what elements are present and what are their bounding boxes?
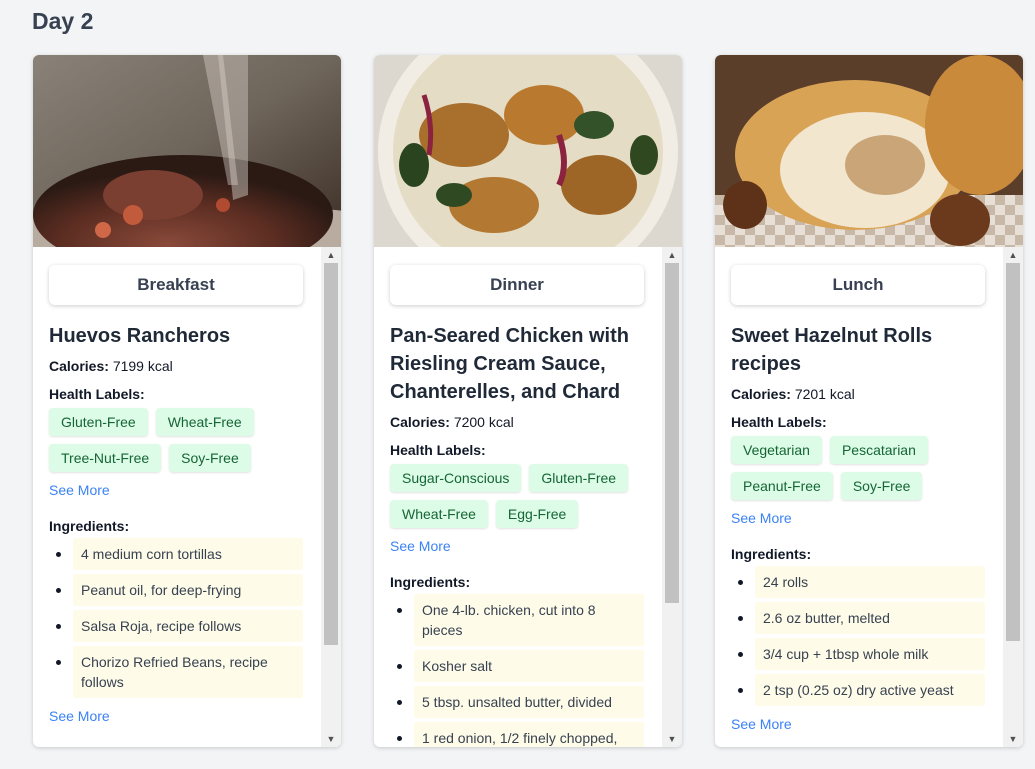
health-labels-heading: Health Labels:	[731, 414, 827, 430]
recipe-title: Sweet Hazelnut Rolls recipes	[731, 325, 933, 375]
see-more-ingredients-link[interactable]: See More	[731, 716, 985, 732]
health-label-chip: Pescatarian	[829, 436, 928, 464]
health-label-chip: Tree-Nut-Free	[49, 444, 162, 472]
meal-type-chip: Dinner	[390, 265, 644, 305]
health-labels-heading: Health Labels:	[390, 442, 486, 458]
ingredients-list: 4 medium corn tortillas Peanut oil, for …	[49, 538, 303, 698]
health-label-chip: Peanut-Free	[731, 472, 833, 500]
card-scroll-area[interactable]: Breakfast Huevos Rancheros Calories: 719…	[33, 247, 341, 747]
ingredients-list: One 4-lb. chicken, cut into 8 pieces Kos…	[390, 594, 644, 747]
scroll-up-arrow-icon[interactable]: ▲	[662, 247, 682, 263]
health-label-chip: Wheat-Free	[390, 500, 488, 528]
card-scroll-area[interactable]: Dinner Pan-Seared Chicken with Riesling …	[374, 247, 682, 747]
card-scroll-area[interactable]: Lunch Sweet Hazelnut Rolls recipes Calor…	[715, 247, 1023, 747]
see-more-labels-link[interactable]: See More	[390, 538, 644, 554]
ingredient-item: Chorizo Refried Beans, recipe follows	[56, 646, 303, 698]
ingredients-heading: Ingredients:	[390, 574, 471, 590]
meal-type-chip: Lunch	[731, 265, 985, 305]
ingredient-item: 1 red onion, 1/2 finely chopped,	[397, 722, 644, 747]
scroll-down-arrow-icon[interactable]: ▼	[662, 731, 682, 747]
ingredient-item: 2 tsp (0.25 oz) dry active yeast	[738, 674, 985, 706]
recipe-card-dinner: Dinner Pan-Seared Chicken with Riesling …	[374, 55, 682, 747]
health-labels-list: Vegetarian Pescatarian Peanut-Free Soy-F…	[731, 436, 985, 500]
health-label-chip: Soy-Free	[840, 472, 923, 500]
see-more-labels-link[interactable]: See More	[49, 482, 303, 498]
scroll-up-arrow-icon[interactable]: ▲	[1003, 247, 1023, 263]
vertical-scrollbar[interactable]: ▲ ▼	[662, 247, 682, 747]
meal-type-chip: Breakfast	[49, 265, 303, 305]
health-label-chip: Soy-Free	[169, 444, 251, 472]
scroll-down-arrow-icon[interactable]: ▼	[321, 731, 341, 747]
ingredient-item: 5 tbsp. unsalted butter, divided	[397, 686, 644, 718]
huevos-rancheros-image	[33, 55, 341, 247]
ingredient-item: Peanut oil, for deep-frying	[56, 574, 303, 606]
health-labels-list: Gluten-Free Wheat-Free Tree-Nut-Free Soy…	[49, 408, 303, 472]
health-labels-list: Sugar-Conscious Gluten-Free Wheat-Free E…	[390, 464, 644, 528]
pan-seared-chicken-image	[374, 55, 682, 247]
see-more-ingredients-link[interactable]: See More	[49, 708, 303, 724]
health-label-chip: Vegetarian	[731, 436, 822, 464]
scroll-down-arrow-icon[interactable]: ▼	[1003, 731, 1023, 747]
vertical-scrollbar[interactable]: ▲ ▼	[321, 247, 341, 747]
calories-label: Calories:	[731, 386, 791, 402]
vertical-scrollbar[interactable]: ▲ ▼	[1003, 247, 1023, 747]
day-title: Day 2	[32, 8, 94, 34]
calories-label: Calories:	[49, 358, 109, 374]
recipe-title: Pan-Seared Chicken with Riesling Cream S…	[390, 325, 629, 403]
health-label-chip: Sugar-Conscious	[390, 464, 522, 492]
see-more-labels-link[interactable]: See More	[731, 510, 985, 526]
ingredient-item: 24 rolls	[738, 566, 985, 598]
scroll-thumb[interactable]	[324, 263, 338, 645]
ingredient-item: One 4-lb. chicken, cut into 8 pieces	[397, 594, 644, 646]
calories-label: Calories:	[390, 414, 450, 430]
health-label-chip: Egg-Free	[495, 500, 579, 528]
recipe-card-lunch: Lunch Sweet Hazelnut Rolls recipes Calor…	[715, 55, 1023, 747]
health-label-chip: Gluten-Free	[529, 464, 629, 492]
ingredients-heading: Ingredients:	[731, 546, 812, 562]
scroll-thumb[interactable]	[665, 263, 679, 603]
health-label-chip: Wheat-Free	[155, 408, 254, 436]
calories: Calories: 7199 kcal	[49, 358, 303, 374]
health-label-chip: Gluten-Free	[49, 408, 148, 436]
hazelnut-rolls-image	[715, 55, 1023, 247]
scroll-thumb[interactable]	[1006, 263, 1020, 641]
calories-value: 7200 kcal	[453, 414, 514, 430]
health-labels-heading: Health Labels:	[49, 386, 145, 402]
calories-value: 7201 kcal	[794, 386, 855, 402]
ingredients-list: 24 rolls 2.6 oz butter, melted 3/4 cup +…	[731, 566, 985, 706]
ingredient-item: Kosher salt	[397, 650, 644, 682]
recipe-title: Huevos Rancheros	[49, 325, 231, 347]
calories-value: 7199 kcal	[112, 358, 173, 374]
recipe-card-breakfast: Breakfast Huevos Rancheros Calories: 719…	[33, 55, 341, 747]
calories: Calories: 7201 kcal	[731, 386, 985, 402]
ingredient-item: 2.6 oz butter, melted	[738, 602, 985, 634]
ingredient-item: Salsa Roja, recipe follows	[56, 610, 303, 642]
ingredient-item: 4 medium corn tortillas	[56, 538, 303, 570]
ingredients-heading: Ingredients:	[49, 518, 130, 534]
calories: Calories: 7200 kcal	[390, 414, 644, 430]
ingredient-item: 3/4 cup + 1tbsp whole milk	[738, 638, 985, 670]
scroll-up-arrow-icon[interactable]: ▲	[321, 247, 341, 263]
